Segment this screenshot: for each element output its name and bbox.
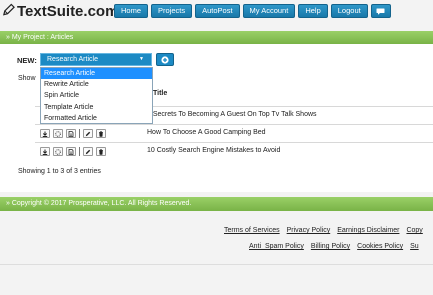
header: TextSuite.com Home Projects AutoPost My … — [0, 0, 433, 26]
column-header-title[interactable]: Title — [153, 90, 167, 97]
dotted-circle-icon — [55, 130, 61, 137]
nav-logout-button[interactable]: Logout — [330, 4, 368, 18]
divider — [79, 147, 80, 156]
cookies-policy-link[interactable]: Cookies Policy — [357, 243, 403, 250]
breadcrumb: » My Project : Articles — [0, 31, 433, 44]
table-row: How To Choose A Good Camping Bed — [35, 124, 433, 141]
plus-circle-icon — [161, 55, 169, 64]
logo[interactable]: TextSuite.com — [2, 3, 118, 20]
article-title[interactable]: 10 Costly Search Engine Mistakes to Avoi… — [147, 147, 280, 154]
chevron-down-icon: ▼ — [139, 56, 144, 62]
view-document-button[interactable] — [66, 147, 76, 156]
dropdown-option[interactable]: Spin Article — [41, 90, 152, 101]
dropdown-option[interactable]: Template Article — [41, 102, 152, 113]
footer-divider — [0, 264, 433, 265]
support-link[interactable]: Su — [410, 243, 419, 250]
row-actions — [40, 129, 106, 138]
download-icon — [42, 149, 48, 155]
trash-icon — [99, 130, 103, 137]
delete-button[interactable] — [96, 129, 106, 138]
nav-home-button[interactable]: Home — [114, 4, 149, 18]
article-type-select[interactable]: Research Article ▼ — [40, 53, 152, 66]
article-title[interactable]: How To Choose A Good Camping Bed — [147, 129, 266, 136]
divider — [79, 129, 80, 138]
dropdown-option[interactable]: Rewrite Article — [41, 79, 152, 90]
spin-button[interactable] — [53, 129, 63, 138]
download-button[interactable] — [40, 129, 50, 138]
privacy-link[interactable]: Privacy Policy — [287, 227, 331, 234]
copyright-link[interactable]: Copy — [406, 227, 422, 234]
pencil-icon — [3, 3, 15, 16]
pencil-icon — [85, 131, 91, 136]
article-type-dropdown: Research Article Rewrite Article Spin Ar… — [40, 67, 153, 124]
copyright-bar: » Copyright © 2017 Prosperative, LLC. Al… — [0, 197, 433, 211]
chat-icon — [376, 8, 385, 15]
select-value: Research Article — [47, 56, 98, 63]
nav-help-button[interactable]: Help — [298, 4, 328, 18]
show-entries-label: Show — [18, 75, 36, 82]
nav-my-account-button[interactable]: My Account — [242, 4, 296, 18]
new-label: NEW: — [17, 56, 37, 65]
document-icon — [68, 148, 74, 155]
chat-button[interactable] — [370, 4, 391, 18]
delete-button[interactable] — [96, 147, 106, 156]
page: TextSuite.com Home Projects AutoPost My … — [0, 0, 433, 295]
footer-links-row-2: Anti_Spam Policy Billing Policy Cookies Po… — [249, 243, 426, 250]
trash-icon — [99, 148, 103, 155]
terms-link[interactable]: Terms of Services — [224, 227, 280, 234]
table-info: Showing 1 to 3 of 3 entries — [18, 168, 101, 175]
dotted-circle-icon — [55, 148, 61, 155]
spin-button[interactable] — [53, 147, 63, 156]
nav-projects-button[interactable]: Projects — [151, 4, 193, 18]
document-icon — [68, 130, 74, 137]
edit-button[interactable] — [83, 129, 93, 138]
view-document-button[interactable] — [66, 129, 76, 138]
logo-text: TextSuite.com — [17, 3, 119, 20]
billing-policy-link[interactable]: Billing Policy — [311, 243, 350, 250]
download-button[interactable] — [40, 147, 50, 156]
earnings-disclaimer-link[interactable]: Earnings Disclaimer — [337, 227, 399, 234]
dropdown-option[interactable]: Research Article — [41, 68, 152, 80]
nav-autopost-button[interactable]: AutoPost — [195, 4, 240, 18]
table-row: 10 Costly Search Engine Mistakes to Avoi… — [35, 142, 433, 159]
dropdown-option[interactable]: Formatted Article — [41, 113, 152, 124]
pencil-icon — [85, 149, 91, 154]
download-icon — [42, 131, 48, 137]
add-article-button[interactable] — [156, 53, 174, 66]
anti-spam-link[interactable]: Anti_Spam Policy — [249, 243, 304, 250]
article-title[interactable]: 5 Secrets To Becoming A Guest On Top Tv … — [147, 111, 317, 118]
row-actions — [40, 147, 106, 156]
edit-button[interactable] — [83, 147, 93, 156]
footer-links-row-1: Terms of Services Privacy Policy Earnings … — [224, 227, 430, 234]
main-nav: Home Projects AutoPost My Account Help L… — [114, 4, 391, 18]
